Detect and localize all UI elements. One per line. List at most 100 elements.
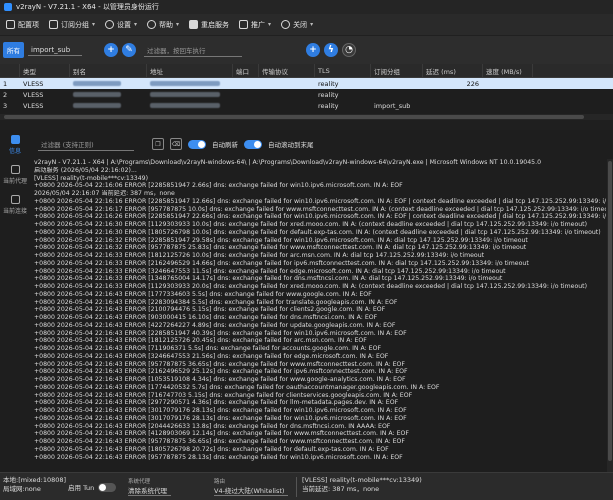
log-line: +0800 2026-05-04 22:16:43 ERROR [7119063…: [34, 345, 382, 352]
column-header[interactable]: TLS: [315, 64, 371, 77]
menu-label: 订阅分组: [61, 20, 89, 29]
log-line: +0800 2026-05-04 22:16:16 ERROR [2285851…: [34, 197, 606, 205]
column-header[interactable]: 别名: [70, 64, 147, 77]
clear-log-icon[interactable]: ⌫: [170, 138, 182, 150]
copy-log-icon[interactable]: ❐: [152, 138, 164, 150]
menu-item-1[interactable]: 订阅分组 ▾: [49, 20, 95, 30]
redacted-text: [73, 80, 121, 86]
log-filter-input[interactable]: 过滤器 (支持正则): [38, 137, 134, 151]
lan-label: 局域网:none: [3, 485, 41, 493]
redacted-text: [150, 91, 220, 97]
menu-item-2[interactable]: 设置 ▾: [105, 20, 137, 30]
column-header[interactable]: 地址: [147, 64, 233, 77]
column-header[interactable]: 速度 (MB/s): [483, 64, 533, 77]
table-horizontal-scrollbar[interactable]: [0, 114, 613, 120]
cell-subscription: import_sub: [374, 101, 411, 110]
log-line: +0800 2026-05-04 22:16:43 ERROR [2977290…: [34, 399, 399, 407]
row-index: 3: [3, 101, 8, 110]
table-body: 1 VLESS reality 226 2 VLESS reality 3 VLESS reali…: [0, 78, 613, 111]
system-proxy-value: 清除系统代理: [128, 485, 171, 496]
window-title: v2rayN - V7.21.1 - X64 - 以管理员身份运行: [16, 3, 159, 11]
auto-scroll-toggle[interactable]: [244, 139, 262, 149]
chevron-down-icon: ▾: [176, 21, 180, 28]
table-row[interactable]: 1 VLESS reality 226: [0, 78, 613, 89]
side-tab-label: 当前连接: [2, 208, 27, 215]
column-header[interactable]: 订阅分组: [371, 64, 423, 77]
column-header[interactable]: 类型: [20, 64, 70, 77]
log-area: 过滤器 (支持正则) ❐ ⌫ 自动刷新 自动滚动到末尾 v2rayN - V7.…: [30, 130, 613, 472]
menu-label: 关闭: [293, 20, 308, 29]
chevron-down-icon: ▾: [268, 21, 272, 28]
bolt-icon[interactable]: ϟ: [324, 43, 338, 57]
menu-label: 帮助: [159, 20, 174, 29]
cell-redacted: [70, 80, 147, 88]
sub-tab-all[interactable]: 所有: [3, 42, 24, 58]
title-bar: v2rayN - V7.21.1 - X64 - 以管理员身份运行: [0, 0, 613, 14]
log-line: +0800 2026-05-04 22:16:43 ERROR [1053519…: [34, 376, 406, 383]
tun-label: 启用 Tun: [68, 484, 95, 492]
close-icon: [281, 20, 291, 29]
main-menu-bar: 配置项 订阅分组 ▾ 设置 ▾ 帮助 ▾ 重启服务 推广 ▾ 关闭 ▾: [0, 14, 613, 36]
auto-scroll-label: 自动滚动到末尾: [268, 141, 314, 149]
speed-test-icon[interactable]: ◔: [342, 43, 356, 57]
log-line: +0800 2026-05-04 22:16:43 ERROR [9030004…: [34, 314, 378, 321]
help-icon: [147, 20, 157, 29]
column-header[interactable]: 传输协议: [259, 64, 315, 77]
current-server-info: [VLESS] reality(t-mobile***cv:13349) 当前延…: [302, 476, 422, 494]
side-tab-0[interactable]: 信息: [0, 130, 30, 160]
add-server-button[interactable]: +: [306, 43, 320, 57]
log-line: +0800 2026-05-04 22:16:43 ERROR [2283094…: [34, 298, 398, 306]
add-sub-button[interactable]: +: [104, 43, 118, 57]
sub-group-select[interactable]: import_sub: [28, 44, 82, 56]
log-panel: 信息当前代理当前连接 过滤器 (支持正则) ❐ ⌫ 自动刷新 自动滚动到末尾 v…: [0, 130, 613, 472]
cell-redacted: [70, 102, 147, 110]
edit-sub-button[interactable]: ✎: [122, 43, 136, 57]
local-port-label: 本地:[mixed:10808]: [3, 476, 67, 484]
table-row[interactable]: 3 VLESS reality import_sub: [0, 100, 613, 111]
menu-item-5[interactable]: 推广 ▾: [239, 20, 271, 30]
redacted-text: [150, 80, 220, 86]
log-line: 启动服务 (2026/05/04 22:16:02)...: [34, 166, 137, 174]
promotion-icon: [239, 20, 249, 29]
subscription-icon: [49, 20, 58, 29]
side-tab-1[interactable]: 当前代理: [0, 160, 30, 190]
auto-refresh-toggle[interactable]: [188, 139, 206, 149]
tun-toggle-group: 启用 Tun: [68, 482, 117, 492]
log-vertical-scrollbar[interactable]: [607, 159, 613, 472]
log-line: +0800 2026-05-04 22:16:33 ERROR [1129303…: [34, 283, 587, 290]
server-filter-input[interactable]: 过滤器，按回车执行: [144, 43, 242, 57]
cell-redacted: [147, 91, 233, 99]
menu-item-0[interactable]: 配置项: [6, 20, 39, 30]
log-line: +0800 2026-05-04 22:16:43 ERROR [2044426…: [34, 422, 391, 430]
gear-icon: [105, 20, 115, 29]
redacted-text: [150, 102, 220, 108]
auto-refresh-label: 自动刷新: [212, 141, 238, 149]
redacted-text: [73, 91, 121, 97]
status-bar: 本地:[mixed:10808] 局域网:none 启用 Tun 系统代理 清除…: [0, 472, 613, 500]
column-header[interactable]: 延迟 (ms): [423, 64, 483, 77]
cell-redacted: [70, 91, 147, 99]
log-line: +0800 2026-05-04 22:16:43 ERROR [2162496…: [34, 368, 408, 376]
log-line: +0800 2026-05-04 22:16:32 ERROR [9577878…: [34, 244, 527, 252]
system-proxy-select[interactable]: 系统代理 清除系统代理: [128, 477, 171, 496]
log-text[interactable]: v2rayN - V7.21.1 - X64 | A:\Programs\Dow…: [34, 159, 606, 472]
menu-item-4[interactable]: 重启服务: [189, 20, 229, 30]
current-server-label: [VLESS] reality(t-mobile***cv:13349): [302, 476, 422, 484]
log-line: +0800 2026-05-04 22:16:43 ERROR [1812125…: [34, 337, 367, 345]
side-tab-2[interactable]: 当前连接: [0, 190, 30, 220]
log-line: +0800 2026-05-04 22:16:43 ERROR [4227264…: [34, 321, 396, 329]
menu-item-3[interactable]: 帮助 ▾: [147, 20, 179, 30]
table-row[interactable]: 2 VLESS reality: [0, 89, 613, 100]
column-header[interactable]: 端口: [233, 64, 259, 77]
side-tabs: 信息当前代理当前连接: [0, 130, 30, 472]
log-line: +0800 2026-05-04 22:16:43 ERROR [9577878…: [34, 360, 405, 368]
menu-item-6[interactable]: 关闭 ▾: [281, 20, 313, 30]
chevron-down-icon: ▾: [310, 21, 314, 28]
log-line: +0800 2026-05-04 22:16:33 ERROR [1812125…: [34, 252, 485, 259]
tun-toggle[interactable]: [98, 482, 117, 492]
side-tab-label: 信息: [8, 148, 21, 155]
log-line: +0800 2026-05-04 22:16:06 ERROR [2285851…: [34, 182, 403, 190]
row-index: 1: [3, 79, 8, 88]
log-line: +0800 2026-05-04 22:16:43 ERROR [3246647…: [34, 352, 389, 360]
routing-select[interactable]: 路由 V4-绕过大陆(Whitelist): [214, 477, 289, 496]
